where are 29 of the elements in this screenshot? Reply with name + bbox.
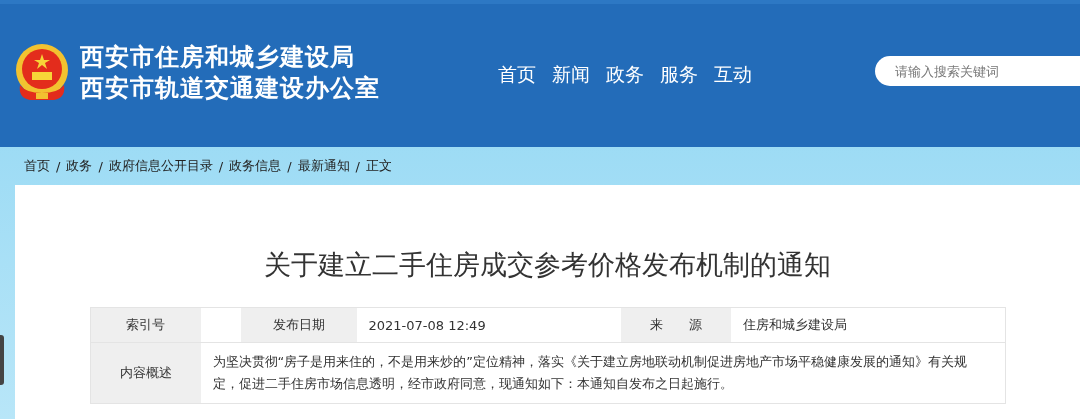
nav-link[interactable]: 政务 [606,61,644,90]
search-field[interactable]: 请输入搜索关键词 [875,56,1080,86]
breadcrumb-separator: / [218,158,224,174]
site-title: 西安市住房和城乡建设局 [80,41,356,73]
nav-link[interactable]: 服务 [660,61,698,90]
breadcrumb-separator: / [287,158,292,174]
breadcrumb-link[interactable]: 正文 [365,157,392,175]
table-label: 内容概述 [90,343,201,403]
emblem-icon [14,42,70,103]
table-cell: 2021-07-08 12:49 [356,308,621,343]
table-label: 发布日期 [240,308,357,343]
article-title: 关于建立二手住房成交参考价格发布机制的通知 [264,248,831,282]
breadcrumb-link[interactable]: 政府信息公开目录 [108,157,213,175]
site-title: 西安市轨道交通建设办公室 [80,72,380,104]
nav-link[interactable]: 新闻 [552,61,590,90]
nav-link[interactable]: 互动 [714,61,752,90]
breadcrumb-link[interactable]: 政务信息 [229,157,282,175]
breadcrumb-separator: / [355,158,360,174]
breadcrumb-link[interactable]: 最新通知 [297,157,350,175]
table-cell: 住房和城乡建设局 [730,308,1005,343]
breadcrumb-link[interactable]: 首页 [24,157,50,175]
breadcrumb-separator: / [56,158,61,174]
table-label: 索引号 [90,308,201,343]
table-label: 来 源 [620,308,731,343]
nav-link[interactable]: 首页 [498,61,536,90]
breadcrumb-link[interactable]: 政务 [66,157,93,175]
summary-text: 为坚决贯彻“房子是用来住的，不是用来炒的”定位精神，落实《关于建立房地联动机制促进房地产市场平稳健康发展的通知》有关规定，促进二手住房市场信息透明，经市政府同意，现通知如下：本通知自发布之日起施行。 [211,353,968,393]
breadcrumb-separator: / [98,158,103,174]
side-tab[interactable] [0,335,4,385]
